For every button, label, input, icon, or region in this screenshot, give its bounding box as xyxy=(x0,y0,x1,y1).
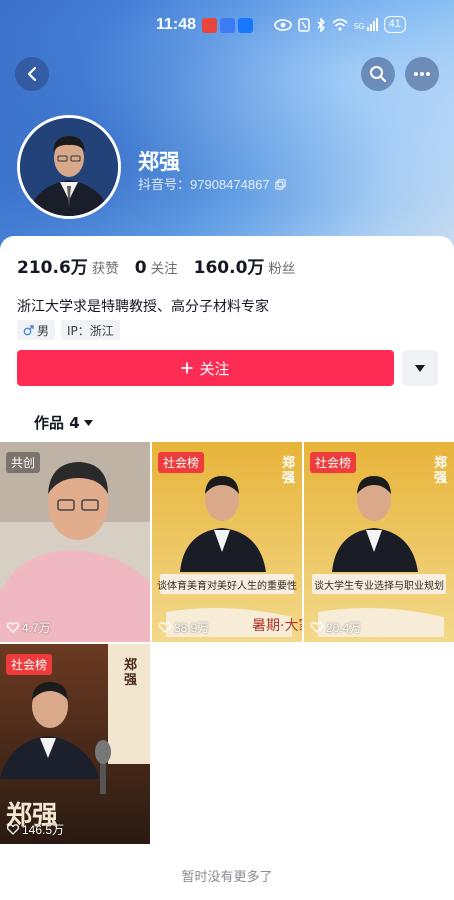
notification-app-icon xyxy=(202,18,217,33)
eye-icon xyxy=(274,18,292,31)
poster-name: 郑强 xyxy=(124,658,138,688)
plus-icon xyxy=(181,362,193,374)
video-thumbnail[interactable]: 共创 4.7万 xyxy=(0,442,150,642)
follow-button[interactable]: 关注 xyxy=(17,350,394,386)
video-thumbnail[interactable]: 郑强 郑强 社会榜 146.5万 xyxy=(0,644,150,844)
video-likes-count: 38.9万 xyxy=(174,621,210,635)
heart-icon xyxy=(311,622,323,633)
male-icon xyxy=(23,324,34,335)
avatar-portrait-image xyxy=(20,118,118,216)
video-likes-count: 20.4万 xyxy=(326,621,362,635)
heart-icon xyxy=(7,622,19,633)
status-time: 11:48 xyxy=(156,16,197,33)
copy-icon[interactable] xyxy=(275,179,286,190)
profile-bio: 浙江大学求是特聘教授、高分子材料专家 xyxy=(17,299,269,315)
video-likes: 4.7万 xyxy=(7,619,51,636)
rank-badge: 社会榜 xyxy=(6,654,53,675)
heart-icon xyxy=(159,622,171,633)
avatar[interactable] xyxy=(17,115,121,219)
gender-tag-label: 男 xyxy=(37,323,50,338)
following-count[interactable]: 0 xyxy=(135,258,147,278)
ellipsis-icon xyxy=(414,72,430,76)
search-button[interactable] xyxy=(361,57,395,91)
likes-label: 获赞 xyxy=(91,261,119,277)
poster-name: 郑强 xyxy=(282,456,296,486)
followers-count[interactable]: 160.0万 xyxy=(194,253,265,278)
poster-caption: 谈大学生专业选择与职业规划 xyxy=(312,574,446,594)
douyin-id: 抖音号：97908474867 xyxy=(138,174,286,193)
status-indicators: 5G 41 xyxy=(274,16,406,33)
douyin-id-label: 抖音号： xyxy=(138,177,191,192)
rank-badge: 社会榜 xyxy=(158,452,205,473)
chevron-left-icon xyxy=(27,66,37,82)
video-likes: 20.4万 xyxy=(311,619,361,636)
rank-badge: 社会榜 xyxy=(310,452,357,473)
video-thumbnail[interactable]: 郑强 谈大学生专业选择与职业规划 社会榜 20.4万 xyxy=(304,442,454,642)
battery-indicator: 41 xyxy=(383,16,406,33)
video-thumbnail[interactable]: 暑期·大家谈 郑强 谈体育美育对美好人生的重要性 社会榜 38.9万 xyxy=(152,442,302,642)
svg-text:暑期·大家谈: 暑期·大家谈 xyxy=(252,617,302,634)
tab-works-label: 作品 4 xyxy=(34,414,80,432)
co-creation-badge: 共创 xyxy=(6,452,41,473)
poster-name: 郑强 xyxy=(434,456,448,486)
notification-app-icon xyxy=(220,18,235,33)
heart-icon xyxy=(7,824,19,835)
video-likes-count: 146.5万 xyxy=(22,823,65,837)
follow-button-label: 关注 xyxy=(199,359,230,378)
recommend-dropdown-button[interactable] xyxy=(402,350,438,386)
ip-location-tag: IP：浙江 xyxy=(61,320,120,340)
likes-count: 210.6万 xyxy=(17,258,88,278)
tab-works[interactable]: 作品 4 xyxy=(34,412,93,433)
profile-stats: 210.6万 获赞 0 关注 160.0万 粉丝 xyxy=(17,253,311,278)
more-options-button[interactable] xyxy=(405,57,439,91)
poster-caption: 谈体育美育对美好人生的重要性 xyxy=(157,574,297,594)
douyin-id-value: 97908474867 xyxy=(190,177,270,192)
back-button[interactable] xyxy=(15,57,49,91)
video-likes-count: 4.7万 xyxy=(22,621,51,635)
video-likes: 146.5万 xyxy=(7,821,64,838)
bluetooth-icon xyxy=(317,17,326,32)
alipay-icon xyxy=(238,18,253,33)
following-label[interactable]: 关注 xyxy=(151,257,178,277)
status-bar: 11:48 5G 41 xyxy=(0,0,454,50)
nfc-icon xyxy=(298,17,310,32)
caret-down-icon xyxy=(415,364,425,372)
no-more-content-text: 暂时没有更多了 xyxy=(181,870,273,885)
gender-tag: 男 xyxy=(17,320,56,340)
profile-tags: 男 IP：浙江 xyxy=(17,320,120,340)
video-likes: 38.9万 xyxy=(159,619,209,636)
followers-label[interactable]: 粉丝 xyxy=(268,257,295,277)
caret-down-icon xyxy=(83,419,93,426)
cellular-signal-icon: 5G xyxy=(354,18,378,31)
search-icon xyxy=(370,66,387,83)
profile-name: 郑强 xyxy=(138,150,180,174)
wifi-icon xyxy=(332,18,348,31)
